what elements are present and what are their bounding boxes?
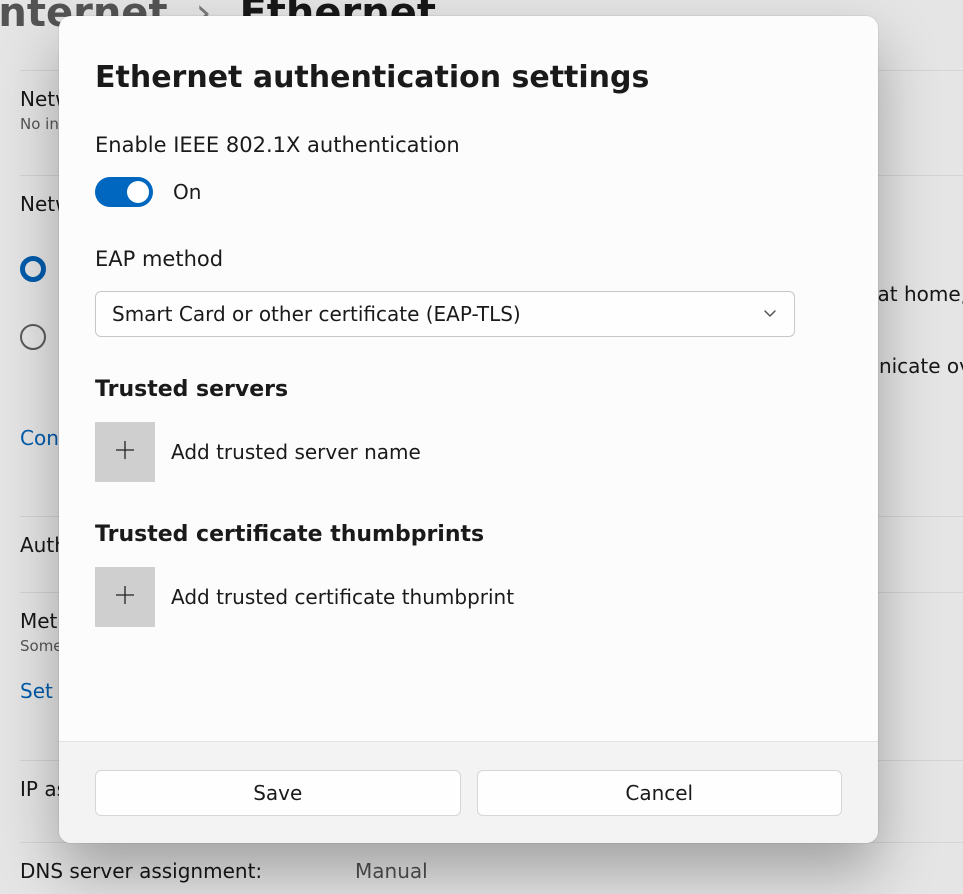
- enable-8021x-toggle[interactable]: [95, 177, 153, 207]
- radio-public[interactable]: [20, 256, 46, 282]
- toggle-knob: [127, 181, 149, 203]
- ethernet-auth-dialog: Ethernet authentication settings Enable …: [59, 16, 878, 843]
- dialog-footer: Save Cancel: [59, 741, 878, 843]
- add-trusted-server-button[interactable]: [95, 422, 155, 482]
- eap-method-value: Smart Card or other certificate (EAP-TLS…: [112, 302, 521, 326]
- add-thumbprint-button[interactable]: [95, 567, 155, 627]
- enable-8021x-state: On: [173, 180, 201, 204]
- chevron-down-icon: [762, 302, 778, 326]
- save-button[interactable]: Save: [95, 770, 461, 816]
- add-thumbprint-label: Add trusted certificate thumbprint: [171, 585, 514, 609]
- cancel-button[interactable]: Cancel: [477, 770, 843, 816]
- thumbprints-heading: Trusted certificate thumbprints: [95, 522, 842, 547]
- dns-assignment-value: Manual: [355, 859, 428, 883]
- radio-private[interactable]: [20, 324, 46, 350]
- trusted-servers-heading: Trusted servers: [95, 377, 842, 402]
- eap-method-label: EAP method: [95, 247, 842, 271]
- dns-assignment-label: DNS server assignment:: [20, 859, 262, 883]
- dialog-title: Ethernet authentication settings: [95, 60, 842, 95]
- eap-method-select[interactable]: Smart Card or other certificate (EAP-TLS…: [95, 291, 795, 337]
- enable-8021x-label: Enable IEEE 802.1X authentication: [95, 133, 842, 157]
- plus-icon: [114, 584, 136, 610]
- plus-icon: [114, 439, 136, 465]
- add-trusted-server-label: Add trusted server name: [171, 440, 421, 464]
